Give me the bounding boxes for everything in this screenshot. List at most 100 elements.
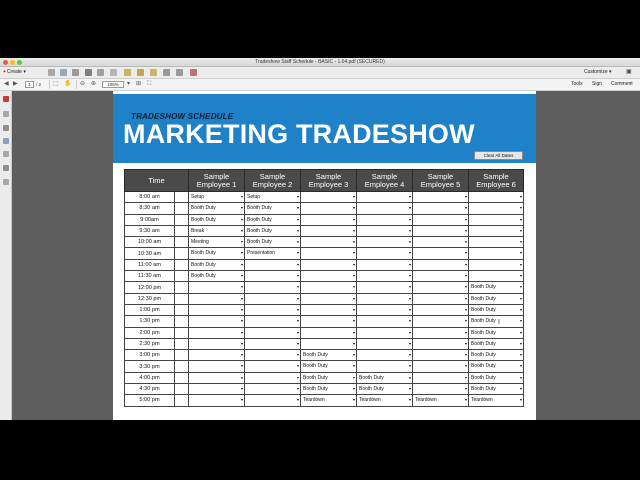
assignment-dropdown[interactable] <box>302 260 356 270</box>
bookmarks-icon[interactable] <box>3 138 9 144</box>
assignment-dropdown[interactable]: Booth Duty <box>470 361 523 371</box>
assignment-dropdown[interactable] <box>246 361 300 371</box>
date-cell[interactable] <box>173 236 190 249</box>
assignment-dropdown[interactable] <box>414 316 468 326</box>
assignment-dropdown[interactable] <box>246 384 300 394</box>
assignment-dropdown[interactable] <box>358 215 412 225</box>
zoom-in-icon[interactable]: ⊕ <box>91 80 96 89</box>
assignment-dropdown[interactable] <box>302 203 356 213</box>
assignment-dropdown[interactable] <box>414 226 468 236</box>
date-cell[interactable] <box>173 202 190 215</box>
stamp-icon[interactable] <box>150 69 157 76</box>
assignment-dropdown[interactable] <box>190 373 244 383</box>
assignment-dropdown[interactable]: Break <box>190 226 244 236</box>
assignment-dropdown[interactable]: Teardown <box>358 395 412 405</box>
assignment-dropdown[interactable]: Booth Duty <box>470 339 523 349</box>
fullscreen-icon[interactable]: ▣ <box>626 69 632 76</box>
assignment-dropdown[interactable]: Booth Duty <box>190 248 244 258</box>
next-page-icon[interactable]: ▶ <box>13 80 18 89</box>
assignment-dropdown[interactable] <box>358 271 412 281</box>
assignment-dropdown[interactable] <box>414 237 468 247</box>
assignment-dropdown[interactable] <box>358 294 412 304</box>
assignment-dropdown[interactable]: Booth Duty <box>470 373 523 383</box>
assignment-dropdown[interactable] <box>358 192 412 202</box>
assignment-dropdown[interactable]: Booth Duty <box>302 350 356 360</box>
assignment-dropdown[interactable] <box>302 226 356 236</box>
assignment-dropdown[interactable]: Booth Duty <box>358 384 412 394</box>
assignment-dropdown[interactable] <box>190 395 244 405</box>
mail-icon[interactable] <box>97 69 104 76</box>
highlight-icon[interactable] <box>137 69 144 76</box>
assignment-dropdown[interactable] <box>414 203 468 213</box>
assignment-dropdown[interactable] <box>190 384 244 394</box>
assignment-dropdown[interactable] <box>302 237 356 247</box>
assignment-dropdown[interactable] <box>470 237 523 247</box>
assignment-dropdown[interactable] <box>470 248 523 258</box>
assignment-dropdown[interactable] <box>470 226 523 236</box>
assignment-dropdown[interactable] <box>302 294 356 304</box>
assignment-dropdown[interactable] <box>190 282 244 292</box>
date-cell[interactable] <box>173 247 190 260</box>
assignment-dropdown[interactable]: Booth Duty <box>246 203 300 213</box>
sign-icon[interactable] <box>163 69 170 76</box>
select-icon[interactable]: ⬚ <box>53 80 59 89</box>
assignment-dropdown[interactable] <box>190 305 244 315</box>
assignment-dropdown[interactable] <box>414 350 468 360</box>
assignment-dropdown[interactable] <box>302 248 356 258</box>
date-cell[interactable] <box>173 394 190 407</box>
pages-icon[interactable] <box>3 125 9 131</box>
signatures-icon[interactable] <box>3 179 9 185</box>
assignment-dropdown[interactable] <box>246 294 300 304</box>
assignment-dropdown[interactable] <box>246 316 300 326</box>
assignment-dropdown[interactable] <box>414 271 468 281</box>
date-cell[interactable] <box>173 383 190 396</box>
customize-button[interactable]: Customize ▾ <box>584 68 612 77</box>
assignment-dropdown[interactable]: Booth Duty <box>470 328 523 338</box>
assignment-dropdown[interactable] <box>302 339 356 349</box>
assignment-dropdown[interactable] <box>470 192 523 202</box>
zoom-dropdown-icon[interactable]: ▾ <box>127 80 130 89</box>
save-icon[interactable] <box>60 69 67 76</box>
fullscreen-mode-icon[interactable]: ⛶ <box>147 80 151 89</box>
zoom-out-icon[interactable]: ⊖ <box>80 80 85 89</box>
assignment-dropdown[interactable] <box>414 192 468 202</box>
assignment-dropdown[interactable] <box>414 260 468 270</box>
date-cell[interactable] <box>173 360 190 373</box>
layout-icon[interactable] <box>110 69 117 76</box>
assignment-dropdown[interactable]: Setup <box>246 192 300 202</box>
assignment-dropdown[interactable] <box>190 294 244 304</box>
assignment-dropdown[interactable]: Booth Duty <box>246 215 300 225</box>
assignment-dropdown[interactable] <box>358 361 412 371</box>
text-icon[interactable] <box>176 69 183 76</box>
assignment-dropdown[interactable] <box>470 215 523 225</box>
create-button[interactable]: +Create ▾ <box>3 68 26 77</box>
assignment-dropdown[interactable]: Booth Duty <box>246 237 300 247</box>
comment-icon[interactable] <box>124 69 131 76</box>
assignment-dropdown[interactable] <box>190 350 244 360</box>
assignment-dropdown[interactable] <box>302 192 356 202</box>
assignment-dropdown[interactable]: Presentation <box>246 248 300 258</box>
assignment-dropdown[interactable] <box>358 350 412 360</box>
assignment-dropdown[interactable] <box>302 215 356 225</box>
assignment-dropdown[interactable] <box>414 361 468 371</box>
assignment-dropdown[interactable]: Booth Duty <box>302 373 356 383</box>
assignment-dropdown[interactable] <box>302 328 356 338</box>
zoom-level-input[interactable]: 105% <box>102 81 124 88</box>
assignment-dropdown[interactable] <box>358 203 412 213</box>
assignment-dropdown[interactable]: Booth Duty <box>470 282 523 292</box>
assignment-dropdown[interactable]: Booth Duty <box>190 260 244 270</box>
page-number-input[interactable]: 1 <box>25 81 34 88</box>
assignment-dropdown[interactable] <box>302 282 356 292</box>
assignment-dropdown[interactable]: Booth Duty <box>190 203 244 213</box>
fit-page-icon[interactable]: ⊞ <box>136 80 141 89</box>
assignment-dropdown[interactable] <box>414 282 468 292</box>
export-icon[interactable] <box>190 69 197 76</box>
assignment-dropdown[interactable] <box>358 237 412 247</box>
hand-icon[interactable]: ✋ <box>64 80 71 89</box>
date-cell[interactable] <box>173 270 190 283</box>
assignment-dropdown[interactable]: Booth Duty <box>470 294 523 304</box>
assignment-dropdown[interactable] <box>302 316 356 326</box>
assignment-dropdown[interactable]: Booth Duty <box>302 384 356 394</box>
attachments-icon[interactable] <box>3 151 9 157</box>
assignment-dropdown[interactable] <box>414 328 468 338</box>
